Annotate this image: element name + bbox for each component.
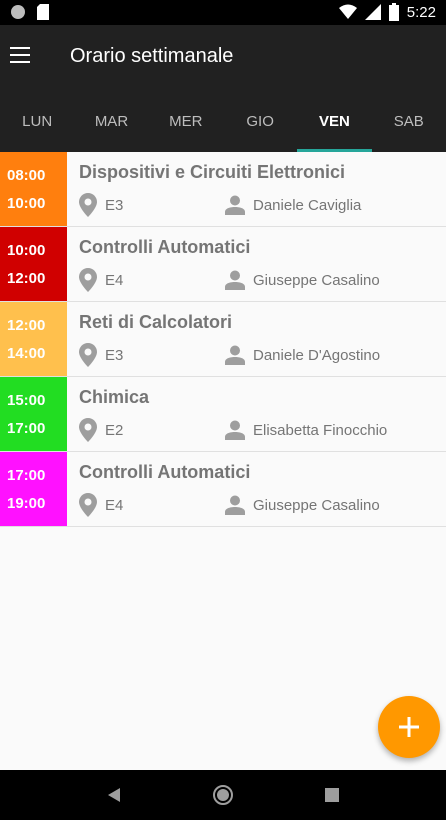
sd-card-icon [37,4,49,20]
lesson-content: Dispositivi e Circuiti Elettronici E3 Da… [67,152,446,226]
home-button[interactable] [203,775,243,815]
course-name: Controlli Automatici [79,462,251,482]
time-box: 15:00 17:00 [0,377,67,451]
menu-icon[interactable] [10,47,32,65]
course-name: Chimica [79,387,150,407]
lesson-content: Controlli Automatici E4 Giuseppe Casalin… [67,227,446,301]
status-bar: 5:22 [0,0,446,25]
person-icon [225,420,245,440]
end-time: 19:00 [7,494,46,512]
signal-icon [364,4,381,20]
tab-sab[interactable]: SAB [372,91,446,152]
day-tabs: LUN MAR MER GIO VEN SAB [0,91,446,152]
end-time: 12:00 [7,269,46,287]
start-time: 08:00 [7,166,46,184]
teacher-info: Giuseppe Casalino [225,269,380,291]
teacher-label: Elisabetta Finocchio [253,421,388,439]
course-name: Reti di Calcolatori [79,312,233,332]
teacher-info: Elisabetta Finocchio [225,419,387,441]
tab-gio[interactable]: GIO [223,91,297,152]
lesson-list: 08:00 10:00 Dispositivi e Circuiti Elett… [0,152,446,527]
teacher-info: Daniele Caviglia [225,194,361,216]
time-box: 12:00 14:00 [0,302,67,376]
room-label: E4 [105,271,124,289]
tab-lun[interactable]: LUN [0,91,74,152]
tab-ven[interactable]: VEN [297,91,372,152]
teacher-info: Daniele D'Agostino [225,344,380,366]
person-icon [225,345,245,365]
status-time: 5:22 [406,3,436,21]
course-name: Controlli Automatici [79,237,251,257]
teacher-label: Daniele D'Agostino [253,346,381,364]
page-title: Orario settimanale [70,45,234,67]
room-label: E3 [105,346,124,364]
end-time: 17:00 [7,419,46,437]
person-icon [225,195,245,215]
room-label: E4 [105,496,124,514]
recents-button[interactable] [312,775,352,815]
lesson-content: Chimica E2 Elisabetta Finocchio [67,377,446,451]
start-time: 12:00 [7,316,46,334]
lesson-row[interactable]: 10:00 12:00 Controlli Automatici E4 Gius… [0,227,446,302]
home-icon [212,785,233,805]
time-box: 10:00 12:00 [0,227,67,301]
recents-icon [324,788,339,802]
room-info: E3 [79,343,124,367]
lesson-row[interactable]: 15:00 17:00 Chimica E2 Elisabetta Finocc… [0,377,446,452]
lesson-row[interactable]: 08:00 10:00 Dispositivi e Circuiti Elett… [0,152,446,227]
lesson-row[interactable]: 12:00 14:00 Reti di Calcolatori E3 Danie… [0,302,446,377]
location-pin-icon [79,268,97,292]
teacher-label: Daniele Caviglia [253,196,362,214]
location-pin-icon [79,343,97,367]
person-icon [225,495,245,515]
notification-dot-icon [11,5,25,19]
lesson-row[interactable]: 17:00 19:00 Controlli Automatici E4 Gius… [0,452,446,527]
course-name: Dispositivi e Circuiti Elettronici [79,162,346,182]
system-nav-bar [0,770,446,820]
room-label: E3 [105,196,124,214]
teacher-label: Giuseppe Casalino [253,271,380,289]
room-info: E2 [79,418,124,442]
app-bar: Orario settimanale [0,25,446,91]
location-pin-icon [79,493,97,517]
time-box: 08:00 10:00 [0,152,67,226]
end-time: 10:00 [7,194,46,212]
start-time: 15:00 [7,391,46,409]
lesson-content: Controlli Automatici E4 Giuseppe Casalin… [67,452,446,526]
battery-icon [388,3,399,21]
end-time: 14:00 [7,344,46,362]
back-button[interactable] [94,775,134,815]
back-icon [108,788,121,802]
room-label: E2 [105,421,124,439]
lesson-content: Reti di Calcolatori E3 Daniele D'Agostin… [67,302,446,376]
location-pin-icon [79,193,97,217]
room-info: E4 [79,493,124,517]
room-info: E4 [79,268,124,292]
tab-mer[interactable]: MER [149,91,223,152]
tab-mar[interactable]: MAR [74,91,148,152]
start-time: 10:00 [7,241,46,259]
add-icon [399,717,419,737]
start-time: 17:00 [7,466,46,484]
teacher-label: Giuseppe Casalino [253,496,380,514]
teacher-info: Giuseppe Casalino [225,494,380,516]
room-info: E3 [79,193,124,217]
location-pin-icon [79,418,97,442]
wifi-icon [338,4,357,19]
time-box: 17:00 19:00 [0,452,67,526]
person-icon [225,270,245,290]
add-lesson-button[interactable] [378,696,440,758]
